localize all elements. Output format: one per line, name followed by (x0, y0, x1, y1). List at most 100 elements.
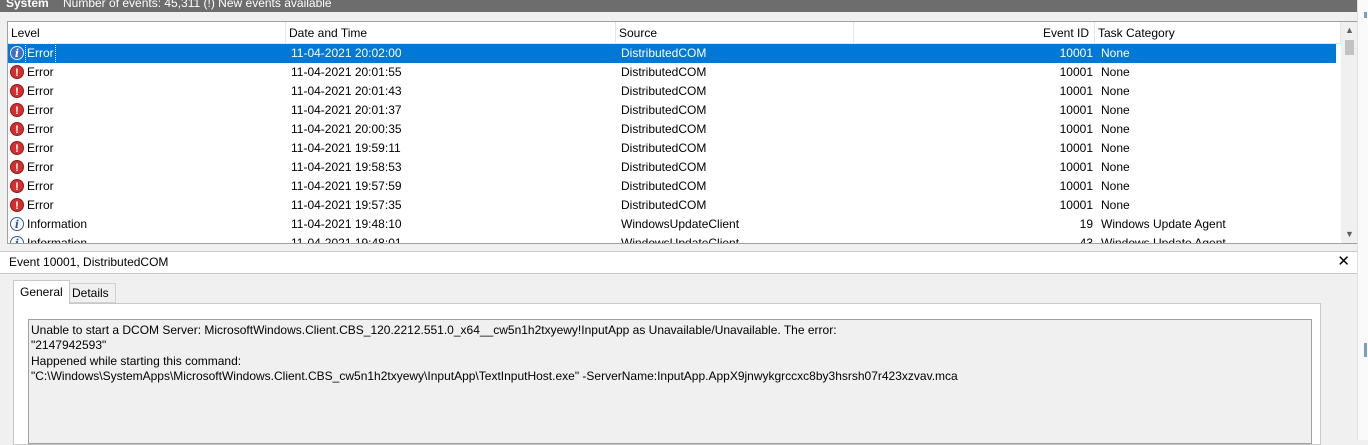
table-row[interactable]: i Information 11-04-2021 19:48:10 WindowsUp… (8, 215, 1336, 234)
event-id-cell: 10001 (1059, 160, 1093, 174)
table-row[interactable]: ! Error 11-04-2021 19:57:59 DistributedCOM 1… (8, 177, 1336, 196)
date-cell: 11-04-2021 20:02:00 (291, 46, 402, 60)
category-cell: None (1101, 122, 1130, 136)
source-cell: DistributedCOM (621, 141, 707, 155)
level-cell: Error (27, 198, 54, 212)
message-line: "C:\Windows\SystemApps\MicrosoftWindows.… (31, 368, 958, 383)
event-message[interactable]: Unable to start a DCOM Server: Microsoft… (28, 319, 1312, 444)
table-row[interactable]: ! Error 11-04-2021 19:58:53 DistributedCOM 1… (8, 158, 1336, 177)
event-id-cell: 10001 (1059, 122, 1093, 136)
table-row[interactable]: ! Error 11-04-2021 20:01:37 DistributedCOM 1… (8, 101, 1336, 120)
level-cell: Error (27, 160, 54, 174)
event-detail-title: Event 10001, DistributedCOM (9, 255, 169, 269)
level-cell: Error (27, 65, 54, 79)
table-row[interactable]: ! Error 11-04-2021 20:00:35 DistributedCOM 1… (8, 120, 1336, 139)
date-cell: 11-04-2021 20:01:43 (291, 84, 402, 98)
error-icon: ! (10, 179, 24, 193)
table-row[interactable]: i Error 11-04-2021 20:02:00 DistributedCOM 1… (8, 43, 1336, 64)
source-cell: DistributedCOM (621, 160, 707, 174)
source-cell: DistributedCOM (621, 65, 707, 79)
date-cell: 11-04-2021 19:48:01 (291, 236, 402, 244)
event-id-cell: 10001 (1059, 141, 1093, 155)
events-grid[interactable]: Level Date and Time Source Event ID Task… (7, 21, 1359, 244)
source-cell: DistributedCOM (621, 84, 707, 98)
level-cell: Information (27, 236, 88, 244)
category-cell: None (1101, 46, 1130, 60)
date-cell: 11-04-2021 20:00:35 (291, 122, 402, 136)
scroll-thumb[interactable] (1345, 40, 1354, 55)
source-cell: WindowsUpdateClient (621, 236, 740, 244)
message-line: Unable to start a DCOM Server: Microsoft… (31, 323, 837, 337)
date-cell: 11-04-2021 19:48:10 (291, 217, 402, 231)
category-cell: None (1101, 198, 1130, 212)
source-cell: DistributedCOM (621, 122, 707, 136)
edge-marker (1364, 12, 1367, 18)
category-cell: None (1101, 103, 1130, 117)
event-id-cell: 19 (1079, 217, 1093, 231)
scroll-down-icon[interactable]: ▼ (1341, 227, 1358, 241)
log-header-bar: System Number of events: 45,311 (!) New … (0, 0, 1368, 12)
date-cell: 11-04-2021 19:57:35 (291, 198, 402, 212)
message-line: Happened while starting this command: (31, 353, 242, 368)
date-cell: 11-04-2021 19:59:11 (291, 141, 401, 155)
level-cell: Error (25, 43, 56, 64)
event-id-cell: 10001 (1059, 179, 1093, 193)
info-icon: i (10, 46, 24, 60)
source-cell: WindowsUpdateClient (621, 217, 740, 231)
column-header-source[interactable]: Source (616, 22, 854, 43)
error-icon: ! (10, 103, 24, 117)
tab-details[interactable]: Details (66, 283, 116, 303)
table-row[interactable]: i Information 11-04-2021 19:48:01 WindowsUp… (8, 234, 1336, 244)
grid-header: Level Date and Time Source Event ID Task… (8, 22, 1341, 44)
column-header-level[interactable]: Level (8, 22, 286, 43)
category-cell: None (1101, 141, 1130, 155)
info-icon: i (10, 217, 24, 231)
date-cell: 11-04-2021 19:58:53 (291, 160, 402, 174)
table-row[interactable]: ! Error 11-04-2021 19:57:35 DistributedCOM 1… (8, 196, 1336, 215)
event-id-cell: 10001 (1059, 198, 1093, 212)
level-cell: Error (27, 122, 54, 136)
category-cell: None (1101, 65, 1130, 79)
column-header-category[interactable]: Task Category (1095, 22, 1341, 43)
event-id-cell: 43 (1079, 236, 1093, 244)
source-cell: DistributedCOM (621, 103, 707, 117)
vertical-scrollbar[interactable]: ▲ ▼ (1341, 22, 1358, 243)
date-cell: 11-04-2021 20:01:55 (291, 65, 402, 79)
date-cell: 11-04-2021 20:01:37 (291, 103, 402, 117)
category-cell: Windows Update Agent (1101, 236, 1226, 244)
close-icon[interactable]: ✕ (1337, 252, 1350, 270)
column-header-date[interactable]: Date and Time (286, 22, 616, 43)
pane-edge (1357, 0, 1368, 440)
event-detail-header: Event 10001, DistributedCOM ✕ (0, 251, 1358, 274)
info-icon: i (10, 236, 24, 243)
error-icon: ! (10, 65, 24, 79)
source-cell: DistributedCOM (621, 179, 707, 193)
category-cell: None (1101, 160, 1130, 174)
scroll-up-icon[interactable]: ▲ (1341, 23, 1358, 37)
level-cell: Error (27, 84, 54, 98)
error-icon: ! (10, 198, 24, 212)
category-cell: Windows Update Agent (1101, 217, 1226, 231)
event-id-cell: 10001 (1059, 46, 1093, 60)
tab-general[interactable]: General (13, 280, 70, 304)
table-row[interactable]: ! Error 11-04-2021 19:59:11 DistributedCOM 1… (8, 139, 1336, 158)
source-cell: DistributedCOM (621, 198, 707, 212)
event-id-cell: 10001 (1059, 103, 1093, 117)
table-row[interactable]: ! Error 11-04-2021 20:01:43 DistributedCOM 1… (8, 82, 1336, 101)
level-cell: Information (27, 217, 88, 231)
event-id-cell: 10001 (1059, 84, 1093, 98)
error-icon: ! (10, 141, 24, 155)
error-icon: ! (10, 84, 24, 98)
date-cell: 11-04-2021 19:57:59 (291, 179, 402, 193)
source-cell: DistributedCOM (621, 46, 707, 60)
edge-marker (1364, 343, 1367, 357)
column-header-event-id[interactable]: Event ID (854, 22, 1095, 43)
level-cell: Error (27, 179, 54, 193)
level-cell: Error (27, 103, 54, 117)
log-name: System (6, 0, 49, 10)
level-cell: Error (27, 141, 54, 155)
event-id-cell: 10001 (1059, 65, 1093, 79)
error-icon: ! (10, 160, 24, 174)
category-cell: None (1101, 84, 1130, 98)
table-row[interactable]: ! Error 11-04-2021 20:01:55 DistributedCOM 1… (8, 63, 1336, 82)
